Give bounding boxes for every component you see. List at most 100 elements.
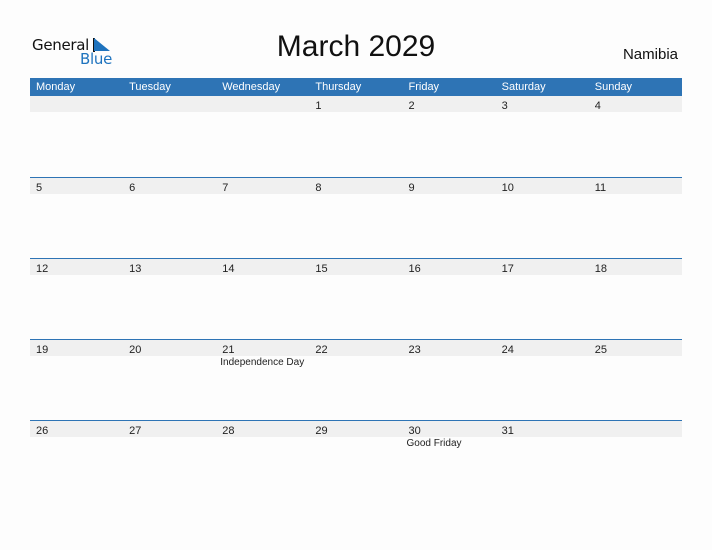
holiday-label — [496, 437, 589, 451]
day-cell — [30, 96, 123, 112]
day-cell: 2 — [403, 96, 496, 112]
day-cell: 24 — [496, 340, 589, 356]
holiday-label — [496, 356, 589, 370]
day-cell — [589, 421, 682, 437]
week-row: 12 13 14 15 16 17 18 — [30, 258, 682, 339]
date-number: 7 — [222, 182, 229, 194]
holiday-label — [30, 356, 123, 370]
date-number-row: 5 6 7 8 9 10 11 — [30, 178, 682, 194]
day-cell: 4 — [589, 96, 682, 112]
weekday-thursday: Thursday — [315, 81, 362, 93]
date-number: 28 — [222, 425, 235, 437]
date-number: 31 — [501, 425, 514, 437]
date-number: 11 — [594, 182, 607, 194]
day-cell: 8 — [309, 178, 402, 194]
day-cell: 9 — [403, 178, 496, 194]
date-number: 29 — [315, 425, 328, 437]
date-number: 13 — [129, 263, 142, 275]
holiday-label — [123, 356, 216, 370]
day-cell: 31 — [496, 421, 589, 437]
day-cell: 25 — [589, 340, 682, 356]
holiday-label — [589, 437, 682, 451]
weekday-friday: Friday — [408, 81, 440, 93]
date-number: 5 — [36, 182, 43, 194]
date-number: 20 — [129, 344, 142, 356]
date-number: 14 — [222, 263, 235, 275]
holiday-label — [309, 437, 402, 451]
holiday-label: Good Friday — [406, 438, 462, 449]
day-cell — [216, 96, 309, 112]
day-cell: 14 — [216, 259, 309, 275]
day-cell: 23 — [403, 340, 496, 356]
day-cell: 5 — [30, 178, 123, 194]
date-number-row: 26 27 28 29 30 31 — [30, 421, 682, 437]
day-cell: 16 — [403, 259, 496, 275]
holiday-label: Independence Day — [220, 357, 305, 368]
day-cell: 10 — [496, 178, 589, 194]
week-row: 5 6 7 8 9 10 11 — [30, 177, 682, 258]
date-number: 25 — [594, 344, 607, 356]
date-number: 18 — [594, 263, 607, 275]
holiday-label — [30, 437, 123, 451]
day-cell: 18 — [589, 259, 682, 275]
day-cell: 22 — [309, 340, 402, 356]
date-number: 10 — [501, 182, 514, 194]
date-number: 30 — [408, 425, 421, 437]
events-row: Good Friday — [30, 437, 682, 451]
weekday-wednesday: Wednesday — [222, 81, 281, 93]
calendar-title: March 2029 — [276, 30, 436, 63]
date-number: 16 — [408, 263, 421, 275]
date-number-row: 1 2 3 4 — [30, 96, 682, 112]
date-number: 1 — [315, 100, 322, 112]
day-cell: 29 — [309, 421, 402, 437]
weekday-tuesday: Tuesday — [129, 81, 171, 93]
date-number: 6 — [129, 182, 136, 194]
holiday-label — [403, 356, 496, 370]
day-cell: 26 — [30, 421, 123, 437]
day-cell: 12 — [30, 259, 123, 275]
country-label: Namibia — [622, 46, 678, 63]
date-number: 12 — [36, 263, 49, 275]
day-cell: 3 — [496, 96, 589, 112]
date-number: 26 — [36, 425, 49, 437]
holiday-label — [123, 437, 216, 451]
date-number: 27 — [129, 425, 142, 437]
weekday-header: Monday Tuesday Wednesday Thursday Friday… — [30, 78, 682, 96]
date-number: 22 — [315, 344, 328, 356]
day-cell — [123, 96, 216, 112]
day-cell: 20 — [123, 340, 216, 356]
date-number-row: 12 13 14 15 16 17 18 — [30, 259, 682, 275]
date-number: 3 — [501, 100, 508, 112]
day-cell: 6 — [123, 178, 216, 194]
day-cell: 17 — [496, 259, 589, 275]
week-row: 19 20 21 22 23 24 25 Independence Day — [30, 339, 682, 420]
day-cell: 11 — [589, 178, 682, 194]
week-row: 1 2 3 4 — [30, 96, 682, 177]
day-cell: 7 — [216, 178, 309, 194]
date-number: 9 — [408, 182, 415, 194]
day-cell: 1 — [309, 96, 402, 112]
weekday-sunday: Sunday — [594, 81, 633, 93]
day-cell: 19 — [30, 340, 123, 356]
weekday-monday: Monday — [36, 81, 76, 93]
day-cell: 13 — [123, 259, 216, 275]
events-row: Independence Day — [30, 356, 682, 370]
date-number: 21 — [222, 344, 235, 356]
holiday-label — [589, 356, 682, 370]
day-cell: 30 — [403, 421, 496, 437]
date-number-row: 19 20 21 22 23 24 25 — [30, 340, 682, 356]
date-number: 2 — [408, 100, 415, 112]
day-cell: 28 — [216, 421, 309, 437]
date-number: 19 — [36, 344, 49, 356]
date-number: 17 — [501, 263, 514, 275]
date-number: 4 — [594, 100, 601, 112]
week-row: 26 27 28 29 30 31 Good Friday — [30, 420, 682, 501]
holiday-label — [309, 356, 402, 370]
date-number: 15 — [315, 263, 328, 275]
holiday-label — [216, 437, 309, 451]
day-cell: 15 — [309, 259, 402, 275]
date-number: 8 — [315, 182, 322, 194]
date-number: 23 — [408, 344, 421, 356]
weekday-saturday: Saturday — [501, 81, 546, 93]
day-cell: 27 — [123, 421, 216, 437]
